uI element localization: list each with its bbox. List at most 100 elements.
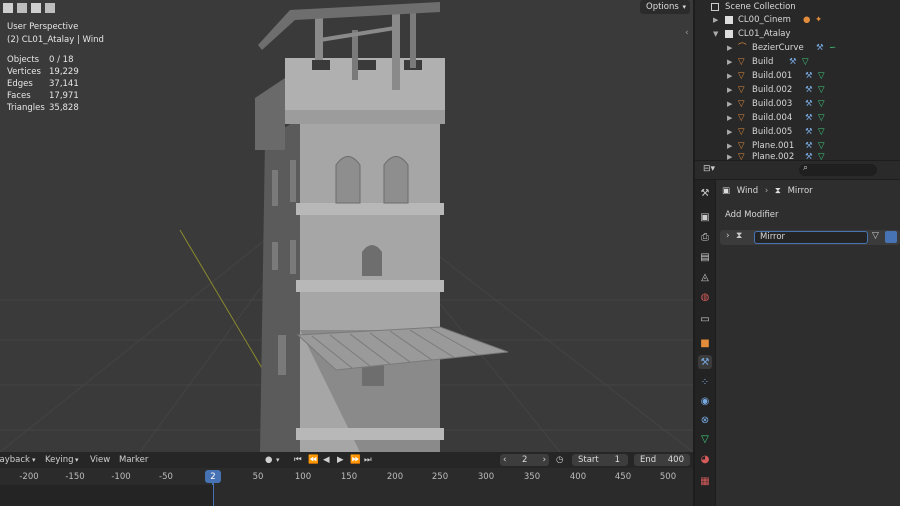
outliner-item[interactable]: ▼ CL01_Atalay [695,27,900,41]
keying-menu[interactable]: Keying [45,452,74,468]
mesh-data-icon[interactable]: ▽ [818,83,825,97]
frame-tick: 450 [614,472,632,482]
texture-tab-icon[interactable]: ▦ [698,474,712,488]
expand-arrow-icon[interactable]: ▶ [727,69,732,83]
curve-data-icon[interactable]: ∽ [829,41,836,55]
outliner-item[interactable]: ▶ ▽ Plane.002 ⚒ ▽ [695,150,900,160]
playback-menu[interactable]: Playback [0,452,30,468]
viewport-select-mode-icons[interactable] [2,2,58,17]
scene-tab-icon[interactable]: ◬ [698,270,712,284]
properties-tabs: ⚒ ▣ ⎙ ▤ ◬ ◍ ▭ ■ ⚒ ⁘ ◉ ⊗ ▽ ◕ ▦ [695,180,715,506]
realtime-toggle-icon[interactable] [885,231,897,243]
timeline-frame-range [0,485,213,506]
jump-end-icon[interactable]: ⏭ [364,452,372,468]
chevron-down-icon: ▾ [276,456,280,464]
expand-arrow-icon[interactable]: ▶ [727,83,732,97]
outliner-item[interactable]: ▶ ▽ Build.003 ⚒ ▽ [695,97,900,111]
outliner-item[interactable]: ▶ ▽ Build.004 ⚒ ▽ [695,111,900,125]
end-frame-field[interactable]: End 400 [634,454,690,466]
select-invert-icon [45,3,55,13]
constraints-tab-icon[interactable]: ⊗ [698,413,712,427]
outliner-item[interactable]: ▶ ▽ Build.005 ⚒ ▽ [695,125,900,139]
view-menu[interactable]: View [90,452,110,468]
record-icon[interactable]: ● [265,452,272,468]
mesh-data-icon[interactable]: ▽ [818,97,825,111]
particles-tab-icon[interactable]: ⁘ [698,375,712,389]
stopwatch-icon[interactable]: ◷ [556,452,563,468]
camera-icon[interactable]: ● [803,13,810,27]
wrench-icon[interactable]: ⚒ [805,97,813,111]
chevron-left-icon[interactable]: ‹ [685,28,689,38]
view-perspective-label: User Perspective [7,22,79,32]
outliner-item[interactable]: ▶ ⌒ BezierCurve ⚒ ∽ [695,41,900,55]
frame-tick: 100 [294,472,312,482]
modifier-name-input[interactable]: Mirror [754,231,868,244]
object-tab-icon[interactable]: ■ [698,336,712,350]
output-tab-icon[interactable]: ⎙ [698,230,712,244]
view-context-label: (2) CL01_Atalay | Wind [7,35,104,45]
outliner-item[interactable]: ▶ ▽ Build ⚒ ▽ [695,55,900,69]
options-dropdown[interactable]: Options ▾ [640,0,690,14]
add-modifier-button[interactable]: Add Modifier [716,208,900,224]
expand-arrow-icon[interactable]: ▶ [727,97,732,111]
stat-value: 0 / 18 [49,55,74,65]
wrench-icon[interactable]: ⚒ [805,83,813,97]
chevron-right-icon[interactable]: › [543,454,546,466]
expand-arrow-icon[interactable]: ▶ [727,41,732,55]
stat-value: 35,828 [49,103,79,113]
chevron-left-icon[interactable]: ‹ [503,454,506,466]
start-label: Start [578,455,599,465]
collection-tab-icon[interactable]: ▭ [698,312,712,326]
expand-arrow-icon[interactable]: ▶ [727,150,732,160]
world-tab-icon[interactable]: ◍ [698,290,712,304]
wrench-icon[interactable]: ⚒ [805,125,813,139]
properties-search-input[interactable]: ⌕ [799,163,877,176]
current-frame-field[interactable]: ‹ 2 › [500,454,549,466]
timeline-ruler[interactable]: -200 -150 -100 -50 2 50 100 150 200 250 … [0,468,693,506]
select-subtract-icon [31,3,41,13]
editor-type-icon[interactable]: ⊟▾ [703,164,715,174]
mesh-data-icon[interactable]: ▽ [818,125,825,139]
outliner-item[interactable]: ▶ ▽ Build.001 ⚒ ▽ [695,69,900,83]
jump-keyframe-back-icon[interactable]: ⏪ [308,452,319,468]
outliner-panel[interactable]: Scene Collection ▶ CL00_Cinem ● ✦ ▼ CL01… [695,0,900,160]
3d-viewport[interactable]: User Perspective (2) CL01_Atalay | Wind … [0,0,693,452]
wrench-icon[interactable]: ⚒ [805,111,813,125]
jump-keyframe-forward-icon[interactable]: ⏩ [350,452,361,468]
collapse-arrow-icon[interactable]: ▼ [713,27,718,41]
modifier-panel[interactable]: › ⧗ Mirror ▽ [720,230,900,245]
start-frame-field[interactable]: Start 1 [572,454,628,466]
marker-menu[interactable]: Marker [119,452,148,468]
data-tab-icon[interactable]: ▽ [698,432,712,446]
tool-tab-icon[interactable]: ⚒ [698,186,712,200]
outliner-item[interactable]: ▶ ▽ Build.002 ⚒ ▽ [695,83,900,97]
modifier-tab-icon[interactable]: ⚒ [698,355,712,369]
view-layer-tab-icon[interactable]: ▤ [698,250,712,264]
outliner-item[interactable]: ▶ CL00_Cinem ● ✦ [695,13,900,27]
expand-arrow-icon[interactable]: ▶ [713,13,718,27]
physics-tab-icon[interactable]: ◉ [698,394,712,408]
material-tab-icon[interactable]: ◕ [698,452,712,466]
play-reverse-icon[interactable]: ◀ [323,452,330,468]
expand-arrow-icon[interactable]: › [726,231,730,241]
add-modifier-label: Add Modifier [725,210,779,220]
wrench-icon[interactable]: ⚒ [789,55,797,69]
outliner-scene-collection[interactable]: Scene Collection [695,0,900,14]
expand-arrow-icon[interactable]: ▶ [727,111,732,125]
expand-arrow-icon[interactable]: ▶ [727,55,732,69]
mesh-data-icon[interactable]: ▽ [818,111,825,125]
render-tab-icon[interactable]: ▣ [698,210,712,224]
edit-mode-toggle-icon[interactable]: ▽ [872,231,879,241]
mesh-data-icon[interactable]: ▽ [818,69,825,83]
mesh-data-icon[interactable]: ▽ [802,55,809,69]
play-icon[interactable]: ▶ [337,452,344,468]
wrench-icon[interactable]: ⚒ [805,150,813,160]
chevron-down-icon: ▾ [32,456,36,464]
expand-arrow-icon[interactable]: ▶ [727,125,732,139]
mesh-icon: ▽ [738,99,745,109]
mesh-data-icon[interactable]: ▽ [818,150,825,160]
render-icon[interactable]: ✦ [815,13,822,27]
jump-start-icon[interactable]: ⏮ [294,452,302,468]
wrench-icon[interactable]: ⚒ [805,69,813,83]
wrench-icon[interactable]: ⚒ [816,41,824,55]
